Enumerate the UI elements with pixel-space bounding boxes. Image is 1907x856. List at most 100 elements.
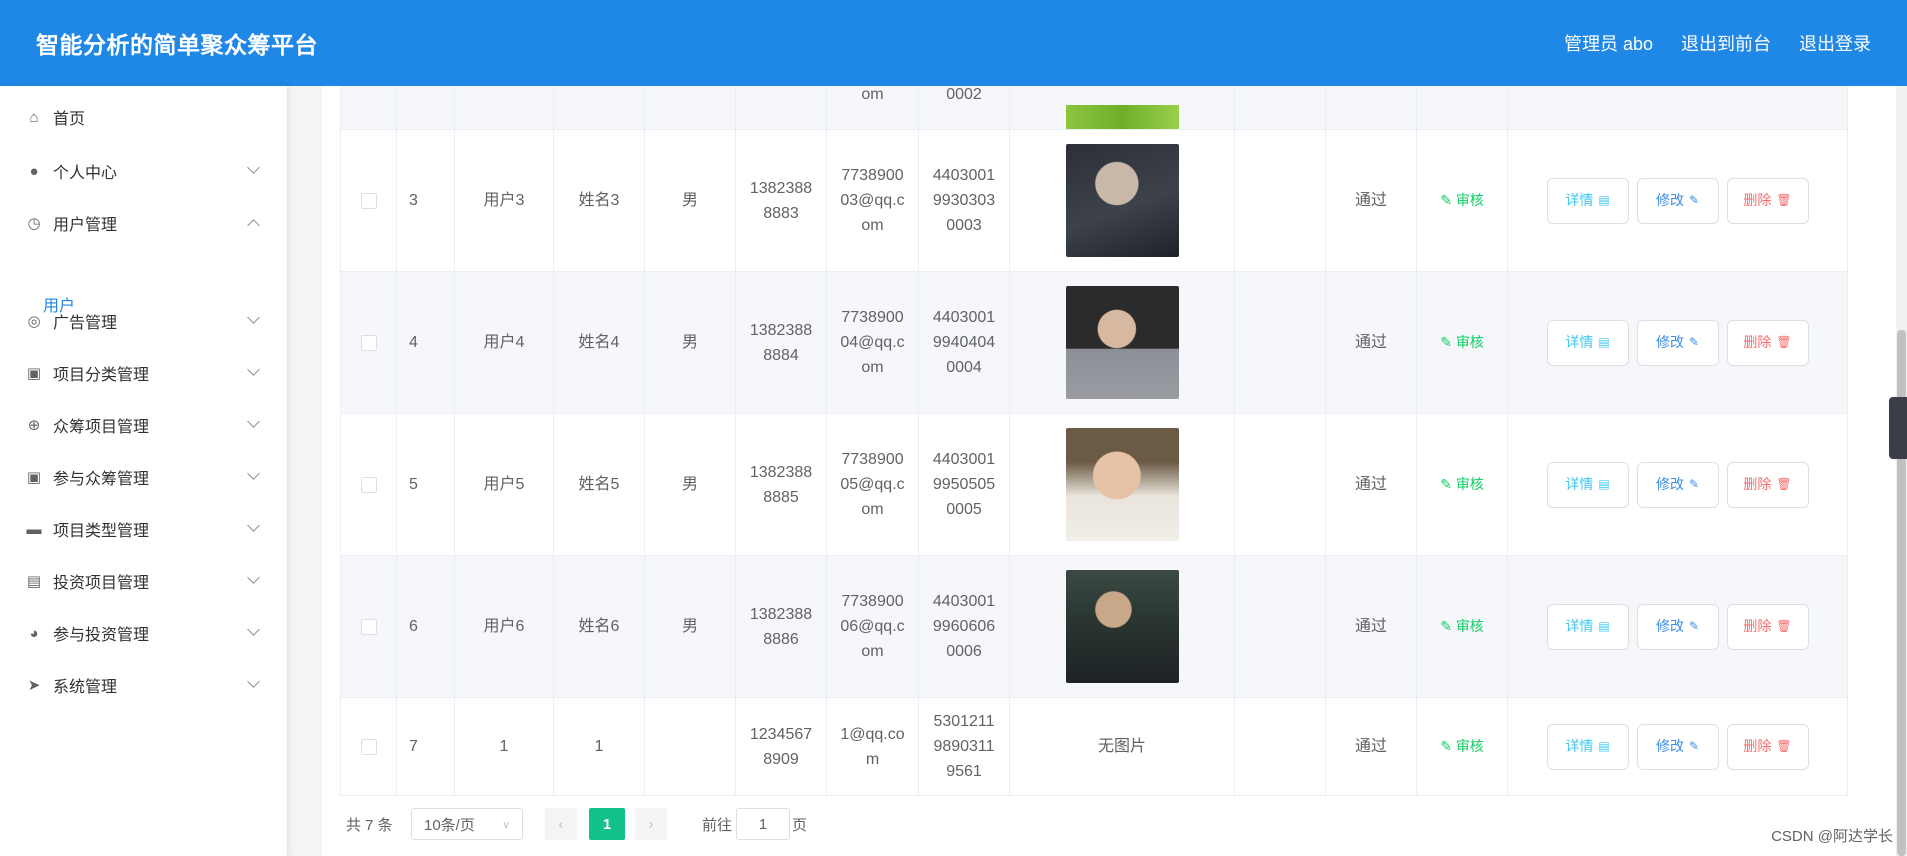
compass-icon: ⊕ [27, 417, 41, 434]
delete-button[interactable]: 删除 🗑 [1726, 603, 1809, 650]
audit-link[interactable]: ✎ 审核 [1440, 472, 1484, 497]
next-page-button[interactable]: › [635, 808, 667, 840]
chevron-down-icon [247, 467, 260, 480]
sidebar-item-7[interactable]: ▬ 项目类型管理 [0, 504, 287, 554]
cell-name: 姓名4 [578, 334, 620, 351]
side-collapse-tab[interactable] [1889, 397, 1907, 459]
cell-phone: 1382388 8885 [750, 460, 812, 510]
sidebar-item-label: 项目类型管理 [53, 523, 150, 540]
cell-status: 通过 [1354, 334, 1387, 351]
cell-idcard-line: 9930303 [932, 192, 996, 209]
detail-button[interactable]: 详情 ▤ [1546, 319, 1629, 366]
cell-idcard-line: 0004 [946, 359, 982, 376]
cell-email: 7738900 06@qq.c om [840, 589, 904, 664]
detail-button[interactable]: 详情 ▤ [1546, 723, 1629, 770]
home-icon: ⌂ [29, 108, 39, 126]
detail-button[interactable]: 详情 ▤ [1546, 177, 1629, 224]
table-row-partial: om 0002 [340, 86, 1848, 130]
user-photo[interactable] [1065, 428, 1179, 541]
back-to-frontend-link[interactable]: 退出到前台 [1681, 30, 1771, 56]
edit-button[interactable]: 修改 ✎ [1636, 319, 1719, 366]
cell-gender: 男 [681, 192, 698, 209]
delete-button[interactable]: 删除 🗑 [1726, 177, 1809, 224]
cell-account: 用户5 [483, 476, 525, 493]
sidebar-item-label: 参与众筹管理 [53, 471, 150, 488]
table-row: 3 用户3 姓名3 男 1382388 8883 7738900 03@qq.c om 44030… [340, 130, 1848, 272]
logout-link[interactable]: 退出登录 [1799, 30, 1871, 56]
delete-button[interactable]: 删除 🗑 [1726, 461, 1809, 508]
document-icon: ▤ [1598, 477, 1610, 491]
edit-button-label: 修改 [1655, 192, 1684, 208]
cell-name: 姓名5 [578, 476, 620, 493]
sidebar-item-2[interactable]: ◷ 用户管理 [0, 198, 287, 248]
sidebar-item-8[interactable]: ▤ 投资项目管理 [0, 556, 287, 606]
cell-email-line: 04@qq.c [840, 334, 905, 351]
pencil-icon: ✎ [1688, 739, 1700, 753]
gauge-icon: ◕ [29, 624, 39, 642]
sidebar-item-10[interactable]: ➤ 系统管理 [0, 660, 287, 710]
page-scrollbar[interactable] [1896, 86, 1907, 856]
sidebar-item-4[interactable]: ▣ 项目分类管理 [0, 348, 287, 398]
table-row: 4 用户4 姓名4 男 1382388 8884 7738900 04@qq.c om 44030… [340, 272, 1848, 414]
row-checkbox[interactable] [360, 618, 377, 635]
page-size-select[interactable]: 10条/页 ∨ [411, 808, 523, 840]
goto-page-input[interactable]: 1 [736, 808, 790, 840]
chevron-down-icon [247, 161, 260, 174]
pagination: 共 7 条 10条/页 ∨ ‹ 1 › 前往 1 页 [340, 808, 1340, 844]
edit-button[interactable]: 修改 ✎ [1636, 723, 1719, 770]
audit-link[interactable]: ✎ 审核 [1440, 614, 1484, 639]
edit-button-label: 修改 [1655, 738, 1684, 754]
delete-button[interactable]: 删除 🗑 [1726, 319, 1809, 366]
user-photo[interactable] [1065, 144, 1179, 257]
edit-button[interactable]: 修改 ✎ [1636, 177, 1719, 224]
user-photo[interactable] [1065, 570, 1179, 683]
cell-email: 7738900 05@qq.c om [840, 447, 904, 522]
row-checkbox[interactable] [360, 192, 377, 209]
detail-button[interactable]: 详情 ▤ [1546, 461, 1629, 508]
partial-photo [1065, 105, 1179, 129]
audit-link[interactable]: ✎ 审核 [1440, 330, 1484, 355]
cell-gender: 男 [681, 618, 698, 635]
app-title: 智能分析的简单聚众筹平台 [36, 32, 318, 58]
row-checkbox[interactable] [360, 334, 377, 351]
document-icon: ▤ [1598, 335, 1610, 349]
sidebar-item-9[interactable]: ◕ 参与投资管理 [0, 608, 287, 658]
detail-button-label: 详情 [1565, 738, 1594, 754]
user-photo[interactable] [1065, 286, 1179, 399]
chevron-down-icon [247, 519, 260, 532]
sidebar-item-0[interactable]: ⌂ 首页 [0, 92, 287, 142]
cell-email-line: 06@qq.c [840, 618, 905, 635]
cell-idcard: 4403001 9930303 0003 [933, 163, 995, 238]
detail-button-label: 详情 [1565, 618, 1594, 634]
pencil-icon: ✎ [1440, 618, 1456, 634]
edit-button[interactable]: 修改 ✎ [1636, 461, 1719, 508]
sidebar-item-6[interactable]: ▣ 参与众筹管理 [0, 452, 287, 502]
cell-name: 姓名3 [578, 192, 620, 209]
row-checkbox[interactable] [360, 476, 377, 493]
cell-idcard-line: 9950505 [932, 476, 996, 493]
cell-phone-line: 1382388 [749, 321, 813, 339]
sidebar-item-1[interactable]: ● 个人中心 [0, 146, 287, 196]
cell-email: 7738900 03@qq.c om [840, 163, 904, 238]
detail-button[interactable]: 详情 ▤ [1546, 603, 1629, 650]
delete-button[interactable]: 删除 🗑 [1726, 723, 1809, 770]
submenu-item-users[interactable]: 用户 [43, 292, 75, 316]
audit-link[interactable]: ✎ 审核 [1440, 188, 1484, 213]
sidebar-item-5[interactable]: ⊕ 众筹项目管理 [0, 400, 287, 450]
chevron-down-icon [247, 363, 260, 376]
admin-user-link[interactable]: 管理员 abo [1564, 30, 1653, 56]
row-checkbox[interactable] [360, 738, 377, 755]
chevron-right-icon: › [648, 815, 654, 833]
cell-idcard: 5301211 9890311 9561 [933, 709, 994, 784]
cell-idcard-line: 4403001 [932, 309, 996, 326]
page-number-1[interactable]: 1 [589, 808, 625, 840]
edit-button-label: 修改 [1655, 618, 1684, 634]
pencil-icon: ✎ [1440, 738, 1456, 754]
cell-phone-line: 1382388 [749, 605, 813, 623]
cell-email-line: 03@qq.c [840, 192, 905, 209]
cell-name: 姓名6 [578, 618, 620, 635]
audit-link[interactable]: ✎ 审核 [1440, 734, 1484, 759]
edit-button[interactable]: 修改 ✎ [1636, 603, 1719, 650]
edit-button-label: 修改 [1655, 334, 1684, 350]
prev-page-button[interactable]: ‹ [545, 808, 577, 840]
